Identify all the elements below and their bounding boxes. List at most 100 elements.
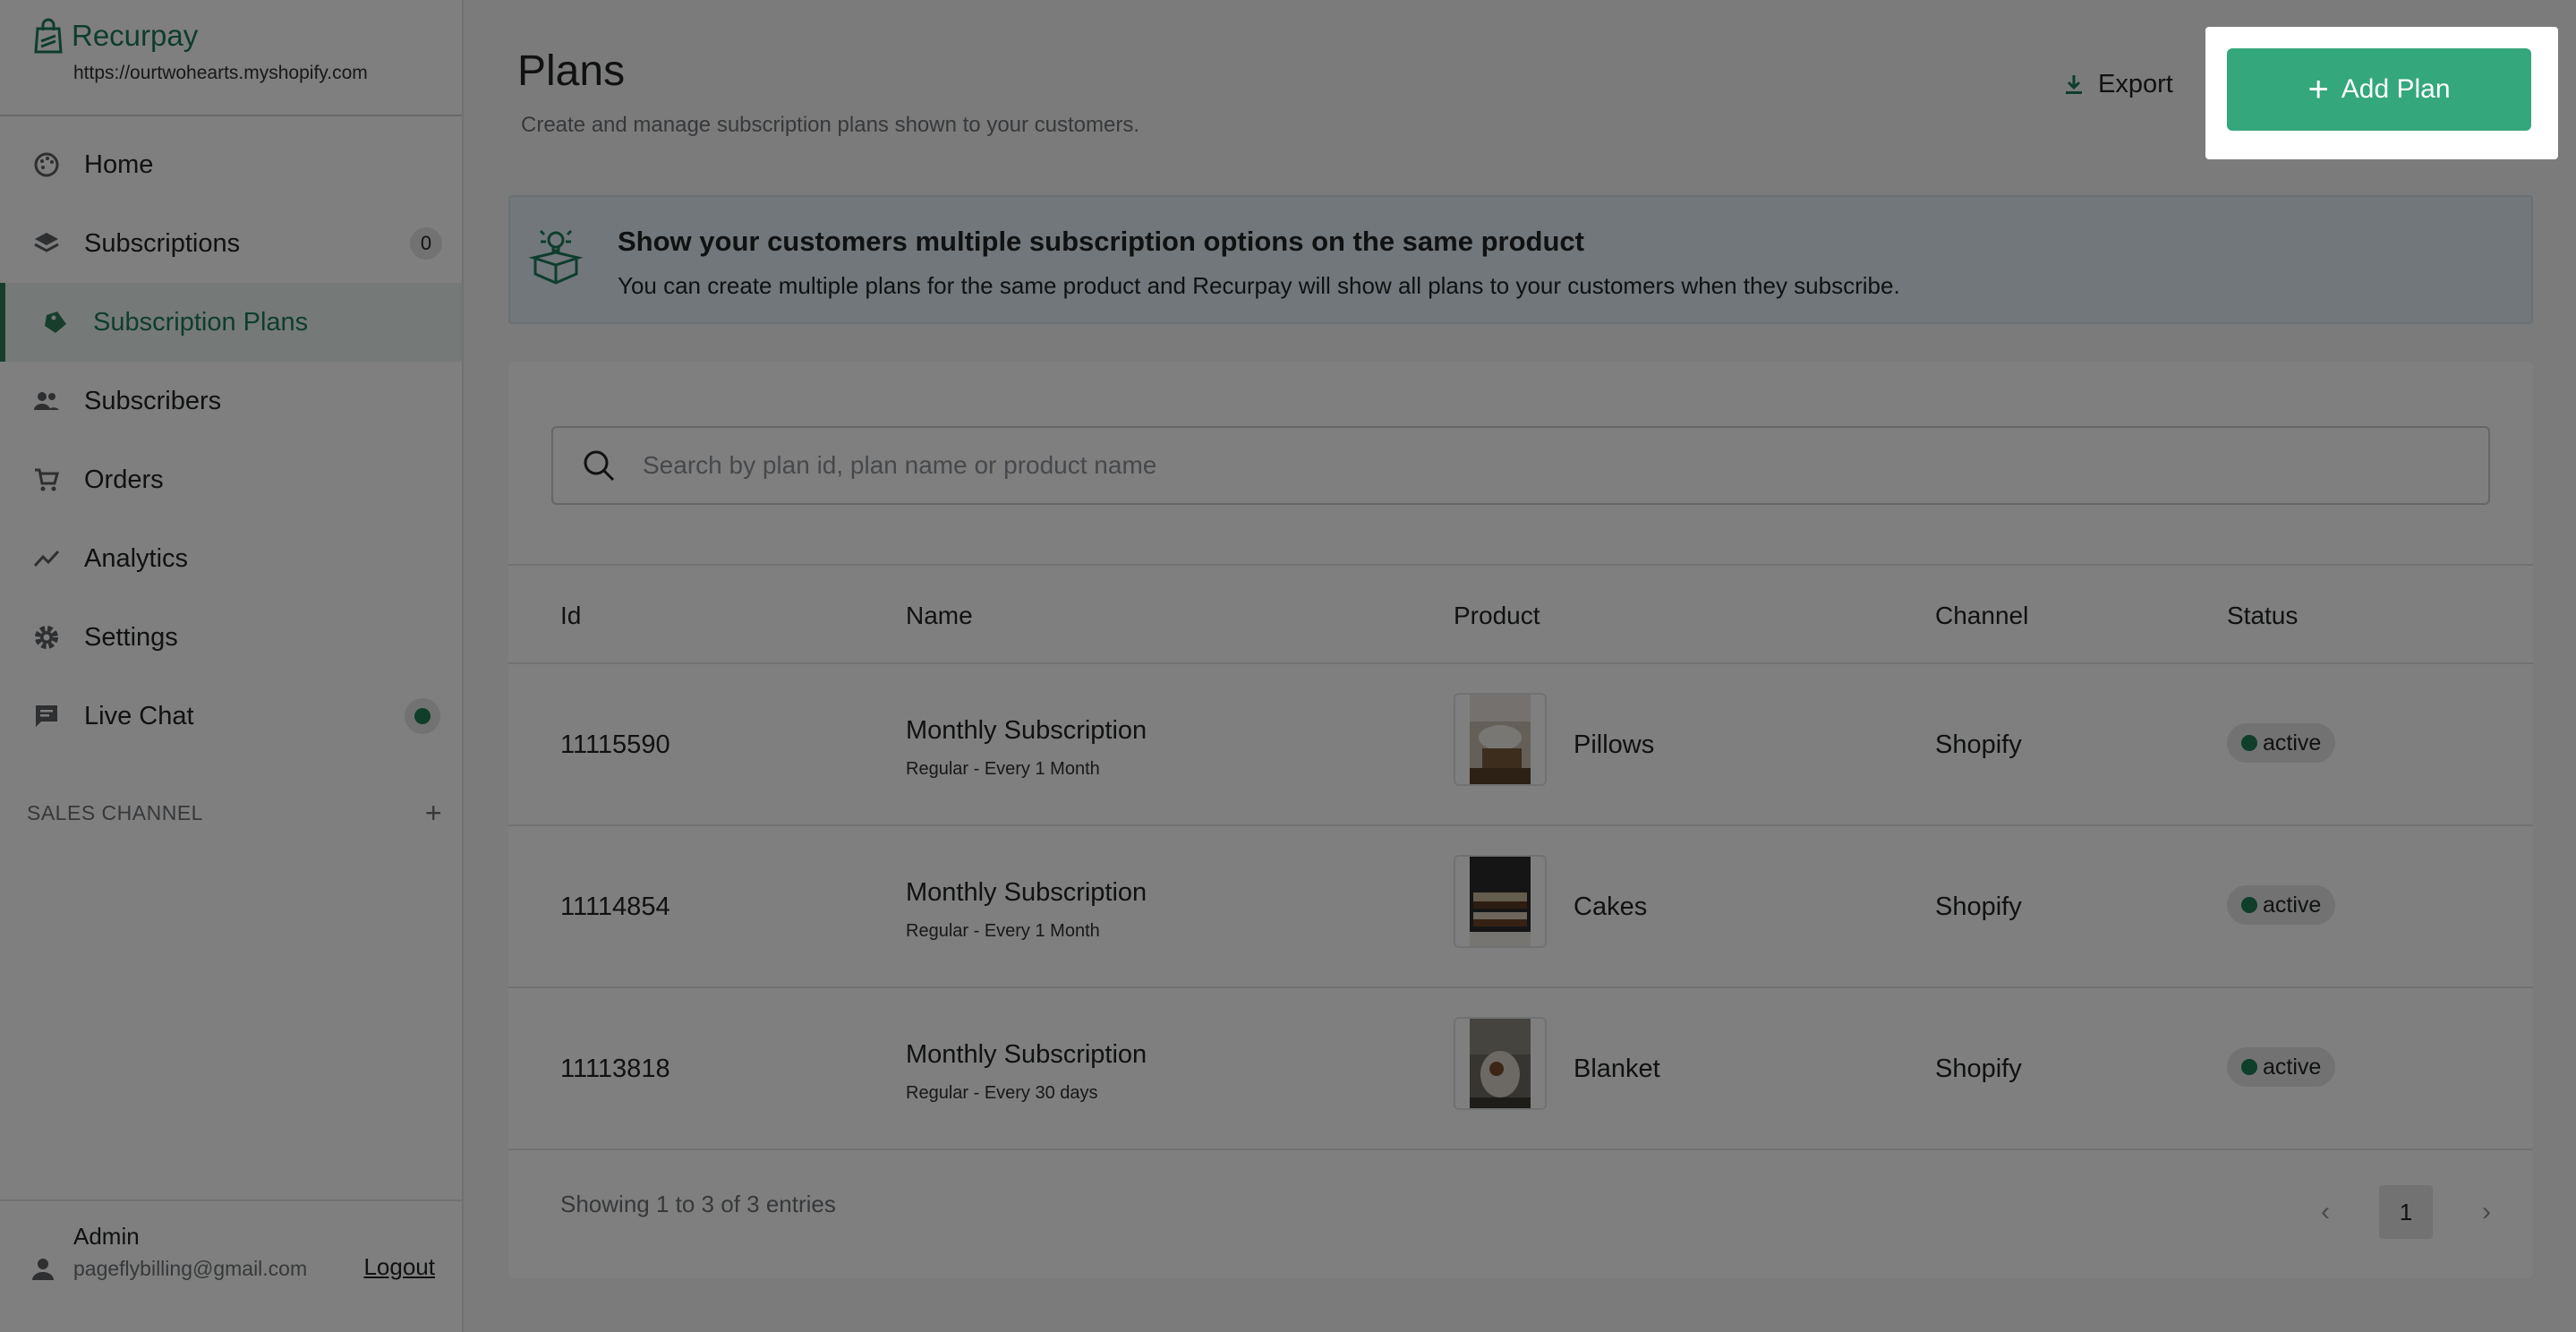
product-name[interactable]: Cakes	[1574, 892, 1647, 922]
layers-icon	[32, 229, 61, 258]
logout-link[interactable]: Logout	[363, 1253, 435, 1281]
sidebar-item-orders[interactable]: Orders	[0, 440, 462, 519]
table-header: Id Name Product Channel Status	[508, 564, 2533, 664]
sidebar-nav: Home Subscriptions 0 Subscription Plans …	[0, 125, 462, 756]
sidebar-item-label: Analytics	[84, 543, 189, 573]
cakes-product-image	[1470, 857, 1531, 946]
status-dot	[2241, 735, 2257, 751]
search-input[interactable]	[643, 451, 2343, 480]
add-sales-channel-icon[interactable]: +	[425, 797, 442, 830]
status-label: active	[2263, 730, 2322, 756]
sidebar-item-subscriptions[interactable]: Subscriptions 0	[0, 204, 462, 283]
plans-table: Id Name Product Channel Status 11115590 …	[508, 564, 2533, 1150]
status-dot	[2241, 1059, 2257, 1075]
plan-name[interactable]: Monthly Subscription	[906, 1040, 1147, 1070]
column-header-channel[interactable]: Channel	[1935, 602, 2028, 630]
status-badge: active	[2227, 723, 2336, 763]
plan-name[interactable]: Monthly Subscription	[906, 716, 1147, 746]
sales-channel-section: SALES CHANNEL +	[27, 797, 442, 830]
info-banner: Show your customers multiple subscriptio…	[508, 195, 2533, 324]
brand-header: Recurpay https://ourtwohearts.myshopify.…	[0, 0, 462, 116]
sidebar-item-settings[interactable]: Settings	[0, 598, 462, 677]
sidebar-item-analytics[interactable]: Analytics	[0, 519, 462, 598]
column-header-product[interactable]: Product	[1454, 602, 1540, 630]
plan-frequency: Regular - Every 1 Month	[906, 921, 1100, 941]
plan-name[interactable]: Monthly Subscription	[906, 878, 1147, 908]
main-content: Plans Create and manage subscription pla…	[464, 0, 2576, 1332]
sidebar-item-label: Orders	[84, 465, 164, 494]
pillows-product-image	[1470, 695, 1531, 784]
status-label: active	[2263, 892, 2322, 918]
gear-icon	[32, 623, 61, 652]
pagination: ‹ 1 ›	[2299, 1185, 2513, 1239]
entries-summary: Showing 1 to 3 of 3 entries	[560, 1191, 836, 1217]
sidebar-item-home[interactable]: Home	[0, 125, 462, 204]
page-number-current[interactable]: 1	[2379, 1185, 2433, 1239]
export-label: Export	[2098, 70, 2173, 98]
page-subtitle: Create and manage subscription plans sho…	[521, 113, 1140, 137]
store-url: https://ourtwohearts.myshopify.com	[73, 63, 368, 83]
palette-icon	[32, 150, 61, 179]
sidebar-item-subscribers[interactable]: Subscribers	[0, 362, 462, 440]
page-title: Plans	[517, 47, 626, 95]
plan-id: 11113818	[560, 1054, 670, 1083]
product-name[interactable]: Blanket	[1574, 1054, 1660, 1084]
blanket-product-image	[1470, 1019, 1531, 1108]
column-header-name[interactable]: Name	[906, 602, 973, 630]
sidebar: Recurpay https://ourtwohearts.myshopify.…	[0, 0, 464, 1332]
sales-channel-label: SALES CHANNEL	[27, 801, 203, 824]
status-label: active	[2263, 1054, 2322, 1080]
online-dot	[414, 708, 431, 724]
table-row[interactable]: 11113818 Monthly Subscription Regular - …	[508, 988, 2533, 1150]
chat-icon	[32, 702, 61, 730]
plan-id: 11115590	[560, 730, 670, 759]
sidebar-item-label: Subscription Plans	[93, 307, 309, 337]
user-icon	[32, 1259, 54, 1280]
open-box-idea-icon	[528, 229, 584, 285]
sidebar-item-label: Subscribers	[84, 386, 222, 415]
add-plan-button[interactable]: + Add Plan	[2227, 48, 2531, 131]
column-header-status[interactable]: Status	[2227, 602, 2298, 630]
status-badge: active	[2227, 1047, 2336, 1087]
plans-card: Id Name Product Channel Status 11115590 …	[508, 362, 2533, 1278]
chevron-right-icon[interactable]: ›	[2460, 1185, 2513, 1239]
plus-icon: +	[2307, 69, 2329, 109]
trend-icon	[32, 544, 61, 573]
admin-name: Admin	[73, 1223, 140, 1250]
channel-name: Shopify	[1935, 730, 2022, 759]
subscriptions-count-badge: 0	[410, 227, 442, 260]
sidebar-item-subscription-plans[interactable]: Subscription Plans	[0, 283, 462, 362]
search-box[interactable]	[551, 426, 2490, 505]
chat-online-indicator	[405, 698, 440, 734]
plan-frequency: Regular - Every 30 days	[906, 1083, 1098, 1103]
column-header-id[interactable]: Id	[560, 602, 581, 630]
download-icon	[2066, 74, 2082, 94]
sidebar-item-label: Live Chat	[84, 701, 194, 730]
export-button[interactable]: Export	[2060, 70, 2173, 99]
brand-name: Recurpay	[72, 19, 199, 52]
tag-icon	[41, 308, 70, 337]
status-dot	[2241, 897, 2257, 913]
banner-title: Show your customers multiple subscriptio…	[618, 226, 1584, 257]
plan-id: 11114854	[560, 892, 670, 921]
status-badge: active	[2227, 885, 2336, 925]
table-row[interactable]: 11115590 Monthly Subscription Regular - …	[508, 664, 2533, 826]
table-row[interactable]: 11114854 Monthly Subscription Regular - …	[508, 826, 2533, 988]
sidebar-item-live-chat[interactable]: Live Chat	[0, 677, 462, 756]
channel-name: Shopify	[1935, 1054, 2022, 1083]
brand-row[interactable]: Recurpay	[32, 18, 435, 54]
sidebar-item-label: Settings	[84, 622, 178, 652]
admin-panel: Admin pageflybilling@gmail.com Logout	[0, 1200, 464, 1332]
product-thumbnail	[1454, 1017, 1547, 1110]
plan-frequency: Regular - Every 1 Month	[906, 759, 1100, 779]
product-thumbnail	[1454, 855, 1547, 948]
cart-icon	[32, 465, 61, 494]
admin-email: pageflybilling@gmail.com	[73, 1257, 308, 1280]
channel-name: Shopify	[1935, 892, 2022, 921]
add-plan-label: Add Plan	[2341, 74, 2451, 104]
product-name[interactable]: Pillows	[1574, 730, 1654, 760]
sidebar-item-label: Subscriptions	[84, 228, 241, 258]
chevron-left-icon[interactable]: ‹	[2299, 1185, 2352, 1239]
people-icon	[32, 387, 61, 415]
shopping-bag-logo-icon	[34, 18, 63, 54]
